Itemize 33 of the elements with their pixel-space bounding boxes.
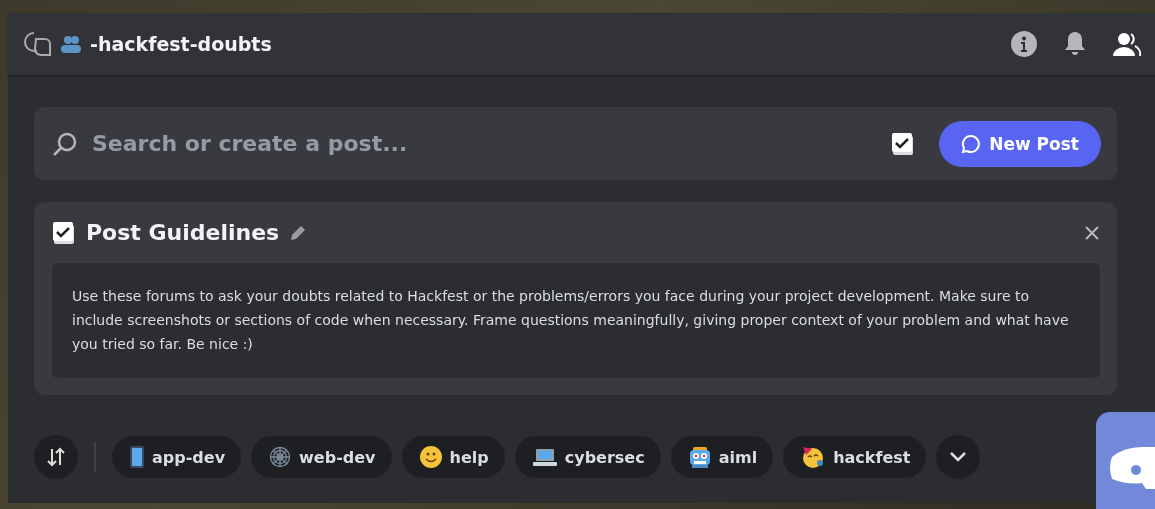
- robot-icon: [688, 446, 711, 468]
- tag-button[interactable]: web-dev: [251, 436, 392, 478]
- more-tags-button[interactable]: [936, 435, 981, 479]
- people-icon: [60, 35, 82, 53]
- channel-name: -hackfest-doubts: [90, 33, 272, 55]
- pencil-icon[interactable]: [289, 223, 308, 242]
- search-field[interactable]: Search or create a post...: [92, 131, 878, 156]
- spider-web-icon: [269, 446, 292, 468]
- tag-button[interactable]: hackfest: [783, 436, 927, 478]
- logo-icon: [1096, 412, 1155, 509]
- members-icon[interactable]: [1113, 32, 1141, 56]
- bell-icon[interactable]: [1063, 31, 1087, 57]
- phone-icon: [130, 446, 144, 468]
- chevron-down-icon: [949, 451, 968, 463]
- search-icon: [52, 130, 78, 157]
- checklist-icon: [52, 220, 76, 245]
- close-icon[interactable]: [1084, 224, 1100, 241]
- laptop-icon: [532, 448, 557, 466]
- party-face-icon: [801, 445, 826, 469]
- threads-icon[interactable]: [22, 30, 52, 58]
- sort-button[interactable]: [34, 435, 78, 479]
- sort-icon: [45, 446, 67, 468]
- guidelines-text: Use these forums to ask your doubts related to Hackfest or the problems/errors you face during your project development. Make sure to include screenshots or sections of code when necessary. Frame questions meaningfully, giving proper context of your problem and what have you tried so far. Be nice :): [52, 263, 1100, 378]
- info-icon[interactable]: [1011, 31, 1037, 57]
- guidelines-toggle-icon[interactable]: [891, 131, 916, 156]
- tag-button[interactable]: aiml: [670, 436, 774, 478]
- tag-button[interactable]: app-dev: [112, 436, 242, 478]
- tag-button[interactable]: help: [401, 436, 505, 478]
- chat-bubble-icon: [961, 133, 982, 154]
- guidelines-title: Post Guidelines: [86, 220, 280, 245]
- smiley-icon: [419, 446, 442, 468]
- tag-button[interactable]: cybersec: [514, 436, 661, 478]
- new-post-button[interactable]: New Post: [939, 120, 1101, 167]
